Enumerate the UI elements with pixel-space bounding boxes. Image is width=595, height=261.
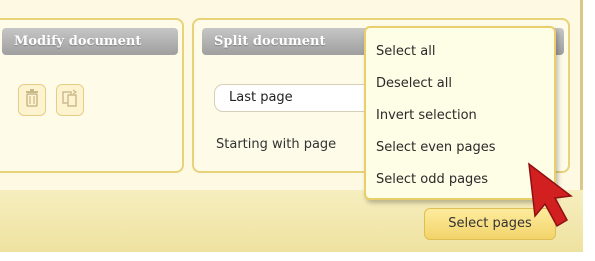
mouse-pointer-icon: [525, 160, 575, 230]
split-mode-select[interactable]: Last page: [214, 84, 384, 112]
trash-icon: [24, 89, 40, 111]
starting-with-page-label: Starting with page: [216, 137, 337, 152]
menu-item-select-all[interactable]: Select all: [366, 36, 554, 68]
modify-document-panel: Modify document: [0, 18, 184, 173]
menu-item-deselect-all[interactable]: Deselect all: [366, 68, 554, 100]
rotate-pages-button[interactable]: [56, 84, 84, 116]
delete-page-button[interactable]: [18, 84, 46, 116]
modify-document-header: Modify document: [2, 28, 178, 55]
rotate-pages-icon: [62, 89, 78, 111]
menu-item-invert-selection[interactable]: Invert selection: [366, 100, 554, 132]
